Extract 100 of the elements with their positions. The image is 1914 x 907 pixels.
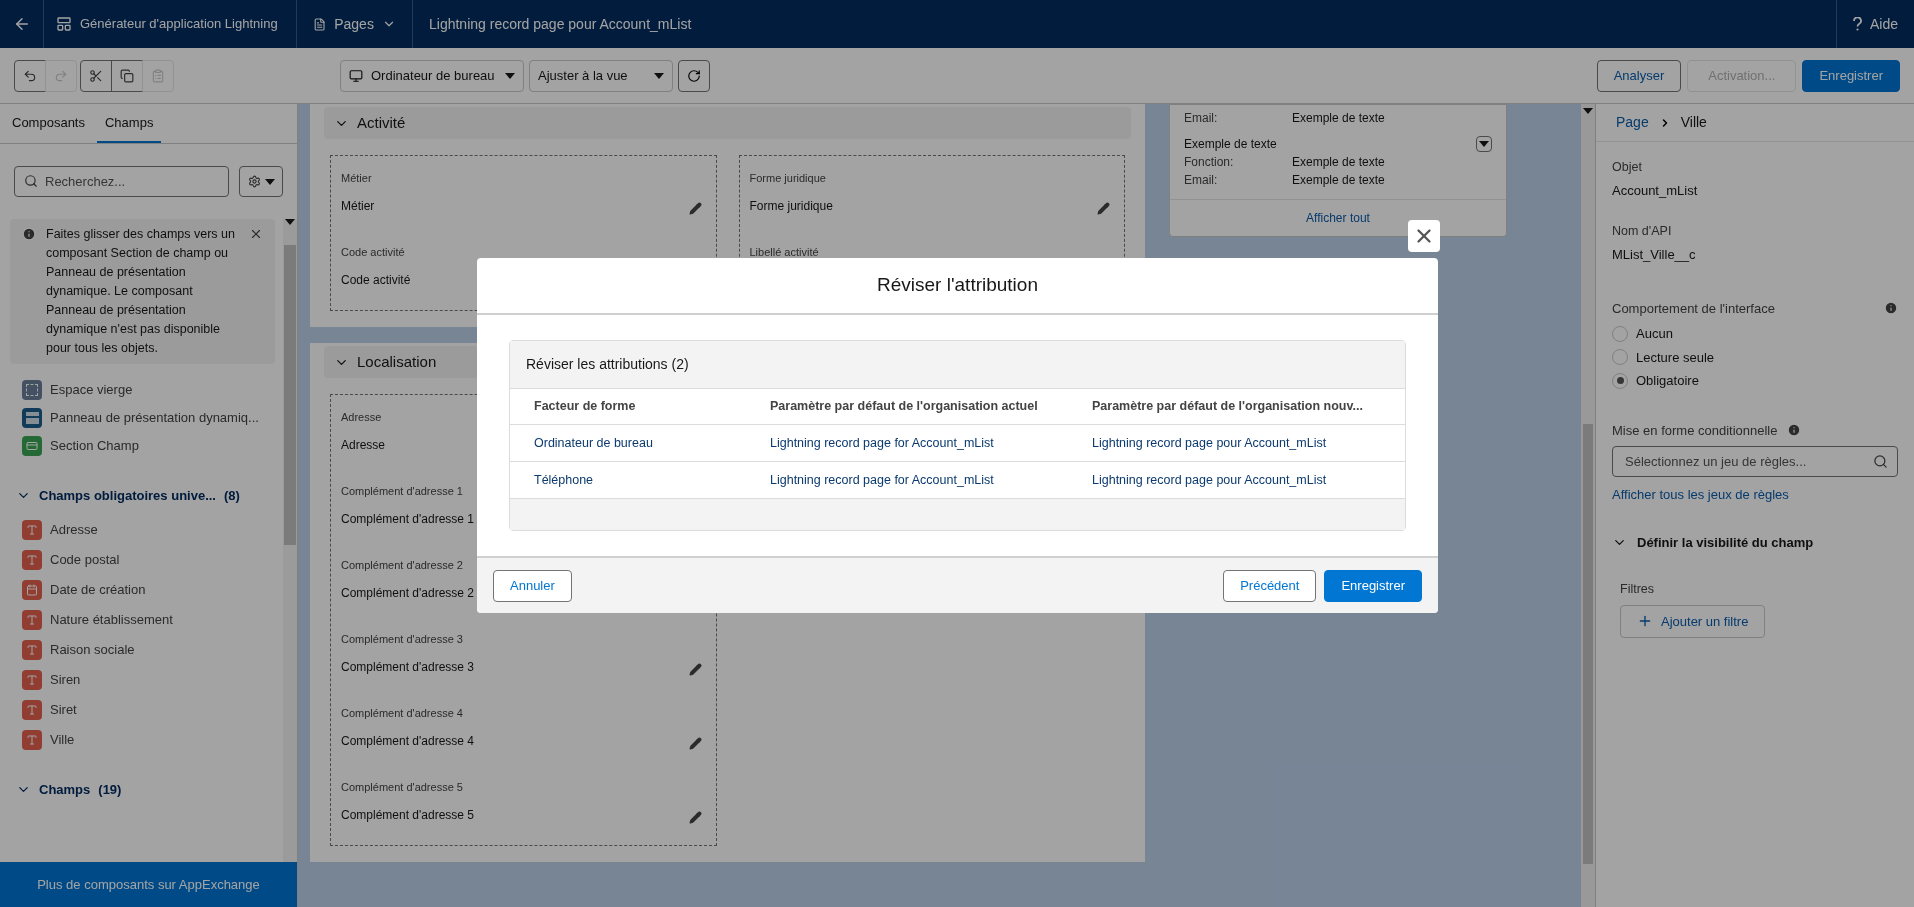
field-item[interactable]: Code postal xyxy=(50,549,120,570)
component-item[interactable]: Espace vierge xyxy=(50,380,133,400)
field-item[interactable]: Raison sociale xyxy=(50,639,135,660)
pencil-icon[interactable] xyxy=(688,201,702,215)
column-header: Facteur de forme xyxy=(534,398,637,416)
search-field[interactable]: Recherchez... xyxy=(14,166,229,197)
field-value: Complément d'adresse 2 xyxy=(341,584,475,602)
settings-button[interactable] xyxy=(239,166,283,197)
info-icon[interactable] xyxy=(1884,301,1898,316)
question-mark-icon xyxy=(1852,17,1862,31)
field-value: Exemple de texte xyxy=(1292,110,1385,127)
modal-button[interactable]: Annuler xyxy=(493,569,572,602)
add-filter-button[interactable]: Ajouter un filtre xyxy=(1620,604,1766,638)
field-label: Métier xyxy=(341,171,373,186)
visibility-header[interactable]: Définir la visibilité du champ xyxy=(1612,532,1898,552)
info-icon xyxy=(22,227,36,241)
search-icon xyxy=(24,174,38,188)
refresh-icon xyxy=(687,68,701,83)
modal-button[interactable]: Enregistrer xyxy=(1324,569,1422,602)
scrollbar[interactable] xyxy=(283,219,297,862)
copy-button[interactable] xyxy=(111,59,143,92)
group-header[interactable]: Champs obligatoires unive... (8) xyxy=(10,486,240,506)
table-cell-text: Téléphone xyxy=(534,471,595,489)
pencil-icon[interactable] xyxy=(688,810,702,824)
table-cell-text: Lightning record page for Account_mList xyxy=(770,434,995,452)
panel-tab[interactable]: Champs xyxy=(97,104,162,143)
scrollbar[interactable] xyxy=(1581,104,1595,907)
property-label: Comportement de l'interface xyxy=(1612,299,1776,318)
field-value: Complément d'adresse 1 xyxy=(341,510,475,528)
property-label: Mise en forme conditionnelle xyxy=(1612,421,1778,440)
appexchange-button[interactable]: Plus de composants sur AppExchange xyxy=(0,862,297,907)
modal-button[interactable]: Précédent xyxy=(1223,569,1317,602)
view-all-link[interactable]: Afficher tout xyxy=(1306,209,1370,227)
field-label: Complément d'adresse 3 xyxy=(341,632,464,647)
group-header[interactable]: Champs (19) xyxy=(10,779,122,799)
section-header[interactable]: Activité xyxy=(324,107,1131,139)
panel-tab[interactable]: Composants xyxy=(4,104,93,143)
copy-icon xyxy=(120,68,134,83)
calendar-icon xyxy=(22,579,42,600)
field-item[interactable]: Siret xyxy=(50,699,77,720)
field-label: Forme juridique xyxy=(749,171,827,186)
panel-icon xyxy=(22,408,42,428)
field-item[interactable]: Siren xyxy=(50,669,81,690)
field-label: Code activité xyxy=(341,245,406,260)
close-icon[interactable] xyxy=(249,227,263,241)
page-title: Lightning record page pour Account_mList xyxy=(428,14,693,34)
device-dropdown[interactable]: Ordinateur de bureau xyxy=(340,59,524,92)
caret-icon xyxy=(505,72,515,79)
caret-icon xyxy=(654,72,664,79)
record-title: Exemple de texte xyxy=(1184,136,1278,153)
info-text: Faites glisser des champs vers un composant Section de champ ou Panneau de présentation dynamique. Le composant Panneau de présentation dynamique n'est pas disponible pour tous les objets. xyxy=(46,226,236,357)
column-header: Paramètre par défaut de l'organisation actuel xyxy=(770,398,1039,416)
field-value: Exemple de texte xyxy=(1292,154,1385,171)
text-field-icon xyxy=(22,519,42,540)
table-cell-text: Lightning record page for Account_mList xyxy=(770,471,995,489)
field-value: Adresse xyxy=(341,436,386,454)
search-icon xyxy=(1873,454,1888,469)
field-label: Email: xyxy=(1184,172,1219,189)
text-field-icon xyxy=(22,639,42,660)
field-label: Complément d'adresse 2 xyxy=(341,558,464,573)
undo-button[interactable] xyxy=(14,59,46,92)
rule-set-field[interactable]: Sélectionnez un jeu de règles... xyxy=(1612,446,1898,477)
radio-label: Aucun xyxy=(1636,325,1673,343)
row-menu-button[interactable] xyxy=(1476,136,1492,152)
component-item[interactable]: Panneau de présentation dynamiq... xyxy=(50,408,259,428)
radio-label: Obligatoire xyxy=(1636,372,1699,390)
text-field-icon xyxy=(22,549,42,570)
field-item[interactable]: Ville xyxy=(50,729,75,750)
table-cell-text: Ordinateur de bureau xyxy=(534,434,654,452)
text-field-icon xyxy=(22,699,42,720)
field-label: Complément d'adresse 4 xyxy=(341,706,464,721)
info-icon[interactable] xyxy=(1787,423,1802,438)
breadcrumb-link[interactable]: Page xyxy=(1616,112,1649,133)
field-label: Complément d'adresse 5 xyxy=(341,780,464,795)
pencil-icon[interactable] xyxy=(1097,201,1110,215)
layout-icon xyxy=(56,16,72,32)
toolbar-button[interactable]: Enregistrer xyxy=(1802,59,1900,92)
property-value: Account_mList xyxy=(1612,181,1699,200)
refresh-button[interactable] xyxy=(678,59,710,92)
field-value: Métier xyxy=(341,197,375,215)
cut-button[interactable] xyxy=(80,59,112,92)
card-title: Réviser les attributions (2) xyxy=(526,355,689,374)
text-field-icon xyxy=(22,669,42,690)
close-button[interactable] xyxy=(1408,220,1440,252)
field-value: Code activité xyxy=(341,271,411,289)
field-item[interactable]: Nature établissement xyxy=(50,609,173,630)
text-field-icon xyxy=(22,729,42,750)
rule-sets-link[interactable]: Afficher tous les jeux de règles xyxy=(1612,485,1898,505)
component-item[interactable]: Section Champ xyxy=(50,436,139,456)
field-item[interactable]: Date de création xyxy=(50,579,146,600)
zoom-dropdown[interactable]: Ajuster à la vue xyxy=(529,59,673,92)
property-label: Filtres xyxy=(1620,581,1656,598)
redo-icon xyxy=(54,68,68,83)
pencil-icon[interactable] xyxy=(688,736,702,750)
app-name: Générateur d'application Lightning xyxy=(80,15,278,34)
field-label: Fonction: xyxy=(1184,154,1235,171)
pencil-icon[interactable] xyxy=(688,662,702,676)
field-value: Complément d'adresse 5 xyxy=(341,806,475,824)
field-item[interactable]: Adresse xyxy=(50,519,98,540)
toolbar-button[interactable]: Analyser xyxy=(1596,59,1682,92)
